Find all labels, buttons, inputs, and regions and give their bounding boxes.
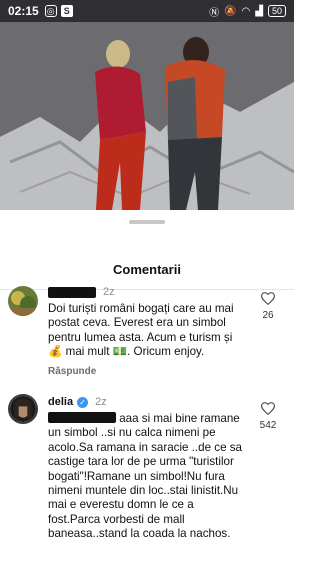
instagram-icon: ◎ <box>44 5 57 17</box>
avatar[interactable] <box>8 286 38 316</box>
mention-redacted[interactable] <box>48 412 116 423</box>
status-bar: 02:15 ◎ S Ⓝ 🔕 ◠ ▟ 50 <box>0 0 294 22</box>
signal-icon: ▟ <box>255 5 263 17</box>
divider <box>0 289 294 290</box>
battery-icon: 50 <box>267 5 286 17</box>
mute-icon: 🔕 <box>224 5 237 17</box>
comment-time: 2z <box>95 396 107 408</box>
heart-icon <box>261 402 275 415</box>
comment-body: aaa si mai bine ramane un simbol ..si nu… <box>48 412 242 541</box>
like-button[interactable]: 542 <box>256 402 280 431</box>
heart-icon <box>261 292 275 305</box>
verified-icon: ✓ <box>77 396 89 408</box>
comment-username[interactable]: delia <box>48 396 73 408</box>
comment-time: 2z <box>103 286 115 298</box>
drag-handle[interactable] <box>129 220 165 224</box>
like-count: 26 <box>262 310 274 321</box>
like-button[interactable]: 26 <box>256 292 280 321</box>
avatar[interactable] <box>8 394 38 424</box>
username-redacted[interactable] <box>48 286 96 298</box>
nfc-icon: Ⓝ <box>209 7 220 19</box>
comment-text: aaa si mai bine ramane un simbol ..si nu… <box>48 412 244 542</box>
post-photo <box>0 22 294 210</box>
like-count: 542 <box>259 420 277 431</box>
comment-text: Doi turiști români bogați care au mai po… <box>48 302 234 359</box>
app-s-icon: S <box>60 5 73 17</box>
comments-title: Comentarii <box>113 262 181 277</box>
wifi-icon: ◠ <box>241 5 251 17</box>
reply-button[interactable]: Răspunde <box>48 366 96 377</box>
status-time: 02:15 <box>8 4 39 18</box>
